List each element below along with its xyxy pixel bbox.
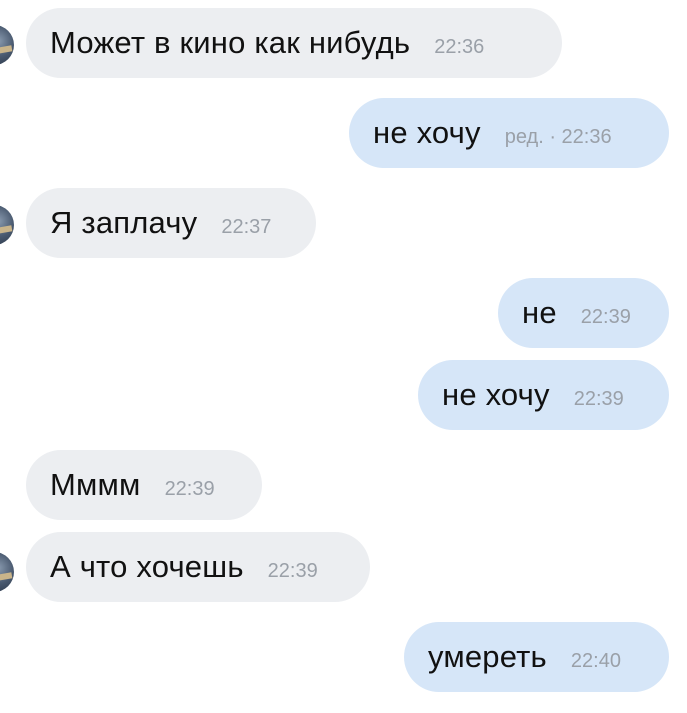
incoming-message-bubble[interactable]: Может в кино как нибудь 22:36	[26, 8, 562, 78]
contact-avatar[interactable]	[0, 25, 14, 65]
outgoing-message-bubble[interactable]: не 22:39	[498, 278, 669, 348]
message-time: 22:37	[221, 215, 272, 238]
incoming-message-bubble[interactable]: А что хочешь 22:39	[26, 532, 370, 602]
message-time: 22:39	[573, 387, 624, 410]
message-text: не	[522, 295, 557, 330]
message-time: ред. · 22:36	[504, 125, 612, 148]
message-time: 22:39	[580, 305, 631, 328]
message-text: Может в кино как нибудь	[50, 25, 411, 60]
message-text: Мммм	[50, 467, 141, 502]
incoming-message-bubble[interactable]: Мммм 22:39	[26, 450, 262, 520]
message-text: А что хочешь	[50, 549, 244, 584]
message-text: Я заплачу	[50, 205, 198, 240]
contact-avatar[interactable]	[0, 205, 14, 245]
message-time: 22:39	[164, 477, 215, 500]
incoming-message-bubble[interactable]: Я заплачу 22:37	[26, 188, 316, 258]
outgoing-message-bubble[interactable]: не хочу ред. · 22:36	[349, 98, 669, 168]
message-time: 22:36	[434, 35, 485, 58]
message-time: 22:39	[267, 559, 318, 582]
message-time: 22:40	[570, 649, 621, 672]
outgoing-message-bubble[interactable]: не хочу 22:39	[418, 360, 669, 430]
message-text: не хочу	[442, 377, 550, 412]
contact-avatar[interactable]	[0, 552, 14, 592]
message-text: умереть	[428, 639, 547, 674]
chat-thread: Может в кино как нибудь 22:36 не хочу ре…	[0, 0, 687, 713]
outgoing-message-bubble[interactable]: умереть 22:40	[404, 622, 669, 692]
message-text: не хочу	[373, 115, 481, 150]
